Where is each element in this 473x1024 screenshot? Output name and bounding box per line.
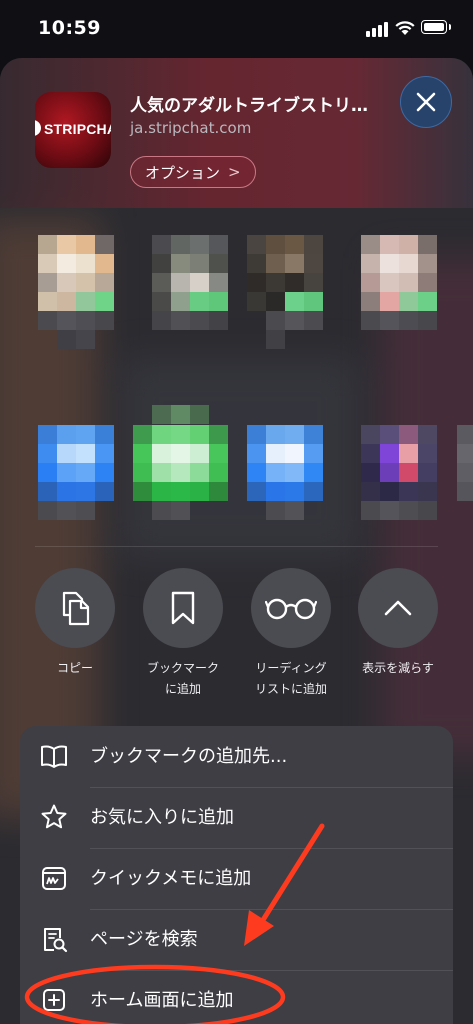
status-time: 10:59	[38, 17, 101, 39]
close-button[interactable]	[400, 76, 452, 128]
quick-note-icon	[42, 867, 66, 890]
wifi-icon	[395, 21, 415, 35]
copy-action-circle[interactable]	[35, 568, 115, 648]
add-reading-list-action-label: リーディング リストに追加	[254, 661, 327, 696]
show-less-action-label: 表示を減らす	[362, 661, 434, 675]
show-less-action-circle[interactable]	[358, 568, 438, 648]
add-square-icon	[43, 989, 65, 1011]
bookmark-icon	[171, 591, 195, 625]
find-on-page-icon	[44, 928, 68, 953]
options-label: オプション	[145, 163, 221, 182]
menu-item-label: ページを検索	[90, 929, 198, 950]
cellular-signal-icon	[366, 21, 388, 37]
show-less-action[interactable]: 表示を減らす	[357, 568, 439, 679]
copy-icon	[62, 591, 90, 626]
star-icon	[41, 804, 67, 829]
book-icon	[41, 745, 67, 768]
share-menu-list: ブックマークの追加先... お気に入りに追加 クイックメモに追加 ページを検索 …	[20, 726, 453, 1024]
copy-action[interactable]: コピー	[34, 568, 116, 679]
close-icon	[416, 92, 436, 112]
add-reading-list-action-circle[interactable]	[251, 568, 331, 648]
section-divider	[35, 546, 438, 547]
menu-item-quick-note[interactable]: クイックメモに追加	[20, 848, 453, 909]
menu-item-label: ホーム画面に追加	[90, 990, 234, 1011]
status-bar: 10:59	[0, 0, 473, 58]
page-url: ja.stripchat.com	[130, 119, 252, 137]
battery-icon	[421, 20, 451, 34]
chevron-up-icon	[384, 600, 412, 616]
menu-item-label: お気に入りに追加	[90, 807, 234, 828]
chevron-right-icon: >	[228, 163, 241, 181]
menu-item-bookmark-to[interactable]: ブックマークの追加先...	[20, 726, 453, 787]
reading-glasses-icon	[265, 598, 317, 620]
page-title: 人気のアダルトライブストリ…	[130, 96, 368, 116]
site-icon-logo: STRIPCHAT	[35, 120, 111, 137]
add-reading-list-action[interactable]: リーディング リストに追加	[250, 568, 332, 700]
add-bookmark-action-label: ブックマーク に追加	[146, 661, 219, 696]
menu-item-add-to-home-screen[interactable]: ホーム画面に追加	[20, 970, 453, 1024]
site-icon: STRIPCHAT	[35, 92, 111, 168]
add-bookmark-action-circle[interactable]	[143, 568, 223, 648]
menu-item-add-favorite[interactable]: お気に入りに追加	[20, 787, 453, 848]
add-bookmark-action[interactable]: ブックマーク に追加	[142, 568, 224, 700]
menu-item-label: クイックメモに追加	[90, 868, 252, 889]
options-button[interactable]: オプション >	[130, 156, 256, 188]
copy-action-label: コピー	[56, 661, 93, 675]
share-sheet: STRIPCHAT 人気のアダルトライブストリ… ja.stripchat.co…	[0, 58, 473, 1024]
menu-item-label: ブックマークの追加先...	[90, 746, 288, 767]
menu-item-find-on-page[interactable]: ページを検索	[20, 909, 453, 970]
